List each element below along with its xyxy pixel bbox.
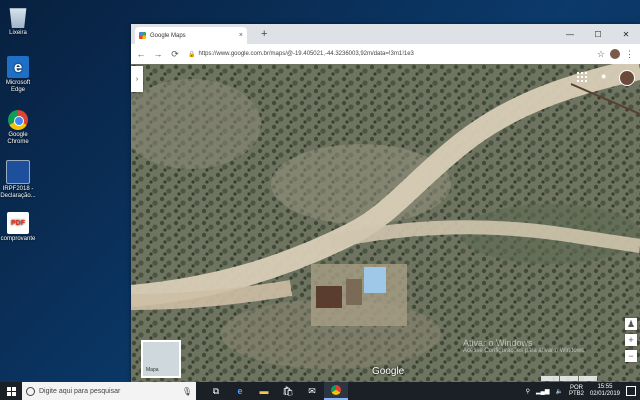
people-icon[interactable]: ⚲ — [526, 388, 530, 395]
file-explorer-icon[interactable]: ▬ — [252, 382, 276, 400]
account-avatar[interactable] — [619, 70, 635, 86]
close-tab-icon[interactable]: × — [239, 32, 243, 39]
windows-activation-watermark: Ativar o Windows Acesse Configurações pa… — [463, 338, 586, 354]
zoom-out-button[interactable]: − — [625, 350, 637, 362]
layer-label: Mapa — [146, 367, 159, 373]
edge-icon: e — [7, 56, 29, 78]
zoom-in-button[interactable]: + — [625, 334, 637, 346]
google-maps-favicon-icon — [139, 32, 146, 39]
task-view-icon[interactable]: ⧉ — [204, 382, 228, 400]
recycle-bin-icon — [9, 8, 27, 28]
clock-time: 15:55 — [597, 384, 613, 390]
reload-button[interactable]: ⟳ — [168, 49, 182, 60]
chrome-icon — [8, 110, 28, 130]
taskbar-search[interactable]: Digite aqui para pesquisar 🎙 — [22, 382, 196, 400]
keyboard-layout: PTB2 — [568, 391, 584, 397]
language-indicator[interactable]: POR PTB2 — [569, 385, 584, 397]
tab-title: Google Maps — [150, 32, 186, 39]
map-layer-switcher[interactable]: Mapa — [141, 340, 181, 378]
minimize-button[interactable]: — — [556, 24, 584, 44]
profile-avatar[interactable] — [610, 49, 620, 59]
forward-button[interactable]: → — [151, 49, 165, 59]
chrome-taskbar-icon[interactable] — [324, 382, 348, 400]
search-placeholder: Digite aqui para pesquisar — [39, 387, 121, 395]
clock[interactable]: 15:55 02/01/2019 — [590, 384, 620, 398]
lock-icon: 🔒 — [188, 51, 196, 58]
clock-date: 02/01/2019 — [589, 391, 620, 397]
taskbar: Digite aqui para pesquisar 🎙 ⧉ e ▬ 🛍 ✉ ⚲… — [0, 382, 640, 400]
notification-bell-icon[interactable]: ● — [601, 71, 611, 83]
mail-icon[interactable]: ✉ — [300, 382, 324, 400]
recycle-bin-label: Lixeira — [9, 30, 27, 36]
irpf-icon — [6, 160, 30, 184]
microphone-icon[interactable]: 🎙 — [182, 387, 192, 396]
google-apps-icon[interactable] — [577, 72, 587, 82]
tab-google-maps[interactable]: Google Maps × — [135, 27, 247, 44]
satellite-imagery — [131, 64, 640, 382]
sidebar-toggle-button[interactable]: › — [131, 66, 143, 92]
tab-strip: Google Maps × + — ☐ ✕ — [131, 24, 640, 44]
network-icon[interactable]: ▂▄▆ — [536, 388, 549, 395]
pdf-label: comprovante — [0, 236, 36, 242]
address-bar[interactable]: 🔒 https://www.google.com.br/maps/@-19.40… — [188, 47, 591, 61]
chrome-window: Google Maps × + — ☐ ✕ ← → ⟳ 🔒 https://ww… — [131, 24, 640, 382]
volume-icon[interactable]: 🔈 — [555, 388, 562, 395]
pdf-shortcut[interactable]: PDF comprovante — [0, 212, 36, 243]
watermark-title: Ativar o Windows — [463, 338, 533, 348]
system-tray: ⚲ ▂▄▆ 🔈 POR PTB2 15:55 02/01/2019 — [526, 384, 640, 398]
google-logo: Google — [372, 366, 405, 377]
edge-label: Microsoft Edge — [5, 80, 31, 93]
irpf-shortcut[interactable]: IRPF2018 - Declaração... — [0, 160, 36, 200]
back-button[interactable]: ← — [134, 49, 148, 59]
chrome-menu-button[interactable]: ⋮ — [625, 49, 634, 60]
windows-logo-icon — [6, 386, 16, 396]
url-text: https://www.google.com.br/maps/@-19.4050… — [198, 51, 414, 57]
recycle-bin-shortcut[interactable]: Lixeira — [0, 6, 36, 37]
chrome-label: Google Chrome — [7, 132, 29, 145]
edge-shortcut[interactable]: e Microsoft Edge — [0, 56, 36, 94]
action-center-icon[interactable] — [626, 386, 636, 396]
close-window-button[interactable]: ✕ — [612, 24, 640, 44]
new-tab-button[interactable]: + — [261, 28, 267, 40]
search-icon — [26, 386, 35, 396]
pdf-icon: PDF — [7, 212, 29, 234]
store-icon[interactable]: 🛍 — [276, 382, 300, 400]
pegman-icon[interactable]: ♟ — [625, 318, 637, 330]
watermark-subtitle: Acesse Configurações para ativar o Windo… — [463, 348, 586, 354]
chrome-shortcut[interactable]: Google Chrome — [0, 110, 36, 146]
bookmark-star-icon[interactable]: ☆ — [597, 49, 605, 60]
start-button[interactable] — [0, 382, 22, 400]
window-controls: — ☐ ✕ — [556, 24, 640, 44]
maximize-button[interactable]: ☐ — [584, 24, 612, 44]
irpf-label: IRPF2018 - Declaração... — [0, 186, 36, 199]
taskbar-apps: ⧉ e ▬ 🛍 ✉ — [204, 382, 348, 400]
edge-taskbar-icon[interactable]: e — [228, 382, 252, 400]
satellite-map[interactable]: › ● Mapa Google Ativar o Windows Acesse … — [131, 64, 640, 382]
browser-toolbar: ← → ⟳ 🔒 https://www.google.com.br/maps/@… — [131, 44, 640, 65]
